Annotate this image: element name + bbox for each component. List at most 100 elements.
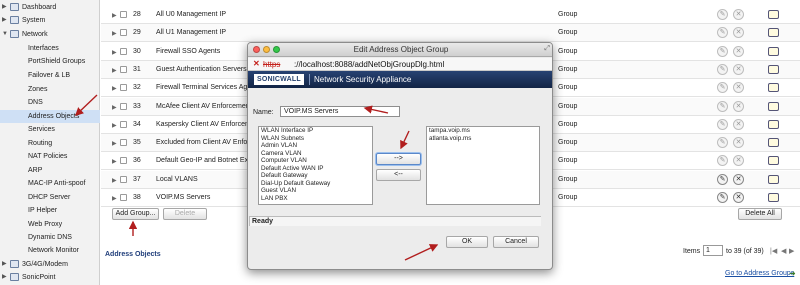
name-label: Name: [253,109,274,116]
row-checkbox[interactable] [120,47,127,55]
next-page-icon[interactable]: ▶ [789,247,794,255]
expand-row-icon[interactable]: ▶ [112,85,117,92]
nav-item-nat-policies[interactable]: NAT Policies [0,150,100,163]
nav-item-sonicpoint[interactable]: ▶ SonicPoint [0,271,100,284]
edit-icon: ✎ [717,118,728,130]
row-checkbox[interactable] [120,65,127,73]
list-item[interactable]: Admin VLAN [259,142,372,150]
chevron-down-icon[interactable]: ▼ [2,28,8,41]
list-item[interactable]: Default Gateway [259,172,372,180]
list-item[interactable]: Dial-Up Default Gateway [259,180,372,188]
delete-button[interactable]: Delete [163,208,207,220]
comment-icon[interactable] [768,28,779,38]
row-checkbox[interactable] [120,194,127,201]
ok-button[interactable]: OK [446,236,488,248]
available-objects-list[interactable]: WLAN Interface IP WLAN Subnets Admin VLAN C… [258,126,373,205]
delete-icon[interactable]: ✕ [733,173,744,185]
cancel-button[interactable]: Cancel [493,236,539,248]
prev-page-icon[interactable]: ◀ [781,247,786,255]
comment-icon[interactable] [768,138,779,148]
nav-item-arp[interactable]: ARP [0,164,100,177]
nav-item-failover-lb[interactable]: Failover & LB [0,69,100,82]
nav-item-services[interactable]: Services [0,123,100,136]
chevron-right-icon[interactable]: ▶ [2,258,7,271]
comment-icon[interactable] [768,10,779,19]
comment-icon[interactable] [768,46,779,56]
comment-icon[interactable] [768,83,779,93]
nav-item-mac-ip-anti-spoof[interactable]: MAC-IP Anti-spoof [0,177,100,190]
nav-item-label: Dashboard [22,4,57,11]
row-checkbox[interactable] [120,157,127,165]
items-from-input[interactable]: 1 [703,245,723,256]
add-member-button[interactable]: --> [376,153,421,165]
edit-icon[interactable]: ✎ [717,173,728,185]
comment-icon[interactable] [768,193,779,202]
list-item[interactable]: Default Active WAN IP [259,165,372,173]
expand-row-icon[interactable]: ▶ [112,140,117,147]
expand-row-icon[interactable]: ▶ [112,12,117,19]
list-item[interactable]: Camera VLAN [259,150,372,158]
nav-item-interfaces[interactable]: Interfaces [0,42,100,55]
list-item[interactable]: Computer VLAN [259,157,372,165]
delete-icon[interactable]: ✕ [733,192,744,203]
nav-item-label: 3G/4G/Modem [22,261,68,268]
url-bar[interactable]: ✕ https ://localhost:8088/addNetObjGroup… [248,58,552,71]
expand-row-icon[interactable]: ▶ [112,177,117,184]
expand-row-icon[interactable]: ▶ [112,49,117,56]
list-item[interactable]: WLAN Subnets [259,135,372,143]
go-to-address-groups-link[interactable]: Go to Address Groups [725,270,794,277]
row-checkbox[interactable] [120,84,127,92]
remove-member-button[interactable]: <-- [376,169,421,181]
row-checkbox[interactable] [120,102,127,110]
nav-item-network[interactable]: ▼ Network [0,28,100,41]
nav-item-system[interactable]: ▶ System [0,14,100,27]
table-row[interactable]: ▶ 28 All U0 Management IP Group ✎ ✕ [101,6,800,24]
list-item[interactable]: atlanta.voip.ms [427,135,539,143]
expand-row-icon[interactable]: ▶ [112,67,117,74]
expand-row-icon[interactable]: ▶ [112,158,117,165]
expand-row-icon[interactable]: ▶ [112,30,117,37]
nav-item-network-monitor[interactable]: Network Monitor [0,244,100,257]
chevron-right-icon[interactable]: ▶ [2,1,7,14]
edit-icon[interactable]: ✎ [717,192,728,203]
resize-icon[interactable]: ⤢ [544,45,550,53]
nav-item-dashboard[interactable]: ▶ Dashboard [0,1,100,14]
url-scheme: https [263,60,281,69]
nav-item-zones[interactable]: Zones [0,83,100,96]
group-name-input[interactable]: VOIP.MS Servers [280,106,400,117]
row-checkbox[interactable] [120,120,127,128]
row-checkbox[interactable] [120,139,127,147]
comment-icon[interactable] [768,101,779,111]
nav-item-portshield-groups[interactable]: PortShield Groups [0,55,100,68]
nav-item-ip-helper[interactable]: IP Helper [0,204,100,217]
list-item[interactable]: tampa.voip.ms [427,127,539,135]
comment-icon[interactable] [768,119,779,129]
add-group-button[interactable]: Add Group... [112,208,159,220]
comment-icon[interactable] [768,156,779,166]
table-row[interactable]: ▶ 29 All U1 Management IP Group ✎ ✕ [101,24,800,43]
row-checkbox[interactable] [120,175,127,183]
group-members-list[interactable]: tampa.voip.ms atlanta.voip.ms [426,126,540,205]
list-item[interactable]: LAN PBX [259,195,372,203]
row-checkbox[interactable] [120,29,127,37]
nav-item-dynamic-dns[interactable]: Dynamic DNS [0,231,100,244]
nav-item-address-objects[interactable]: Address Objects [0,110,100,123]
nav-item-dhcp-server[interactable]: DHCP Server [0,191,100,204]
list-item[interactable]: Guest VLAN [259,187,372,195]
first-page-icon[interactable]: |◀ [770,247,777,255]
nav-item-web-proxy[interactable]: Web Proxy [0,218,100,231]
delete-all-button[interactable]: Delete All [738,208,782,220]
list-item[interactable]: WLAN Interface IP [259,127,372,135]
expand-row-icon[interactable]: ▶ [112,104,117,111]
nav-item-routing[interactable]: Routing [0,137,100,150]
nav-item-label: Web Proxy [28,221,63,228]
comment-icon[interactable] [768,174,779,184]
chevron-right-icon[interactable]: ▶ [2,14,7,27]
nav-item-3g-4g-modem[interactable]: ▶ 3G/4G/Modem [0,258,100,271]
comment-icon[interactable] [768,64,779,74]
nav-item-dns[interactable]: DNS [0,96,100,109]
expand-row-icon[interactable]: ▶ [112,195,117,202]
expand-row-icon[interactable]: ▶ [112,122,117,129]
chevron-right-icon[interactable]: ▶ [2,271,7,284]
row-checkbox[interactable] [120,11,127,18]
